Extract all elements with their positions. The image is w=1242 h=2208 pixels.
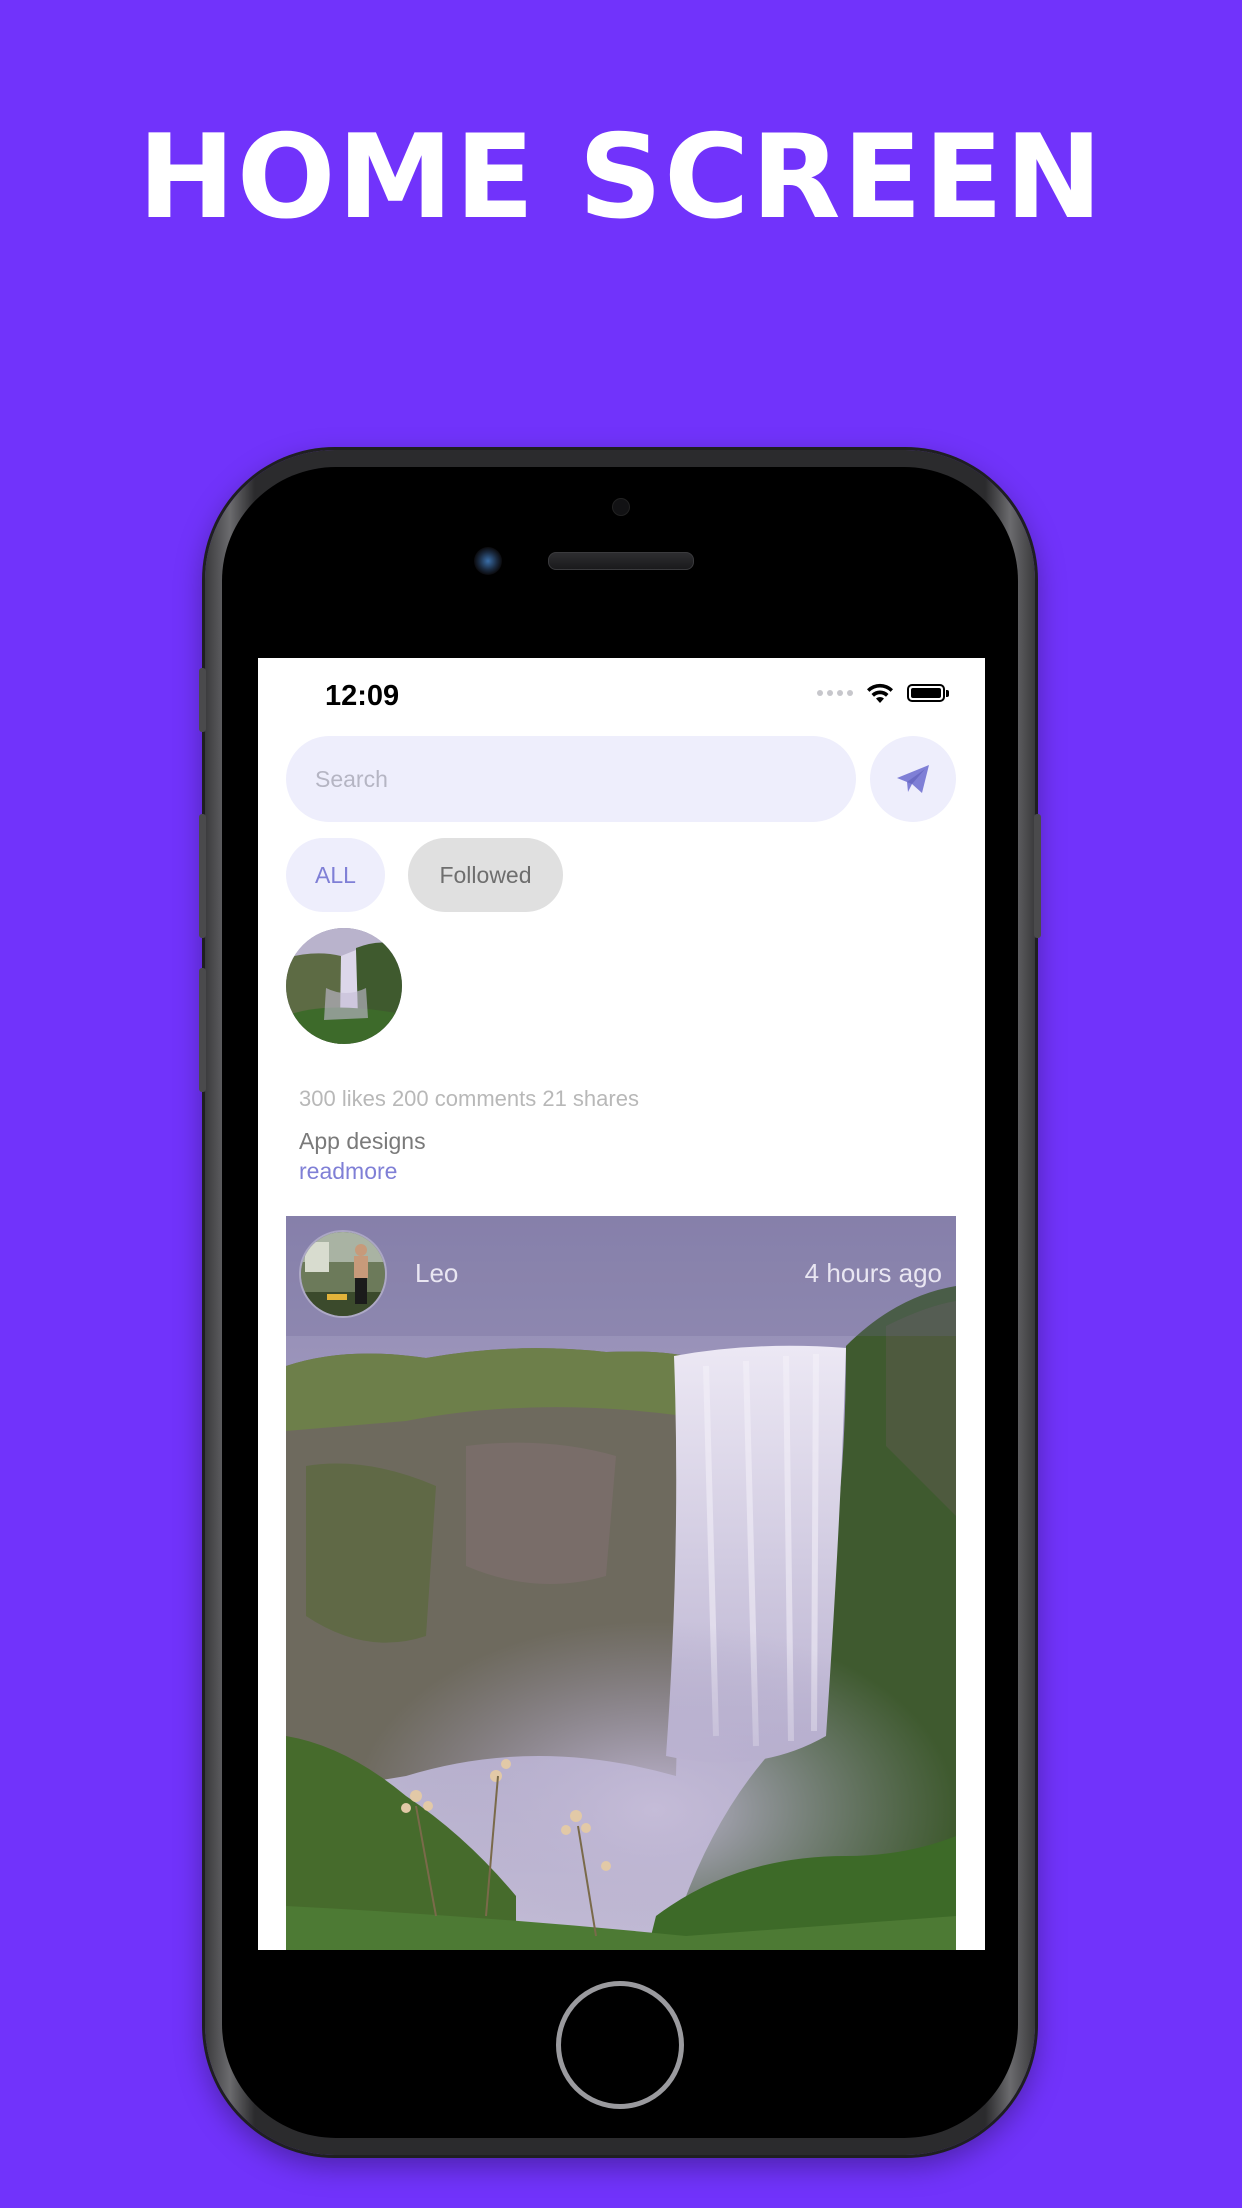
story-avatar[interactable] [286, 928, 402, 1044]
signal-icon [817, 690, 853, 696]
search-input[interactable] [286, 736, 856, 822]
headline: HOME SCREEN [137, 110, 1105, 245]
app-screen: 12:09 ALL Followed 300 likes 200 [258, 658, 985, 1950]
home-button[interactable] [556, 1981, 684, 2109]
volume-up-button [199, 814, 206, 938]
power-button [1034, 814, 1041, 938]
post-author-name[interactable]: Leo [415, 1258, 458, 1289]
send-button[interactable] [870, 736, 956, 822]
status-icons [817, 682, 949, 704]
post-caption: App designs [299, 1128, 426, 1154]
earpiece-speaker [548, 552, 694, 570]
post-image [286, 1216, 956, 1950]
mute-switch [199, 668, 206, 732]
front-camera [474, 547, 502, 575]
send-icon [897, 765, 929, 793]
filter-followed-chip[interactable]: Followed [408, 838, 563, 912]
post-timestamp: 4 hours ago [804, 1258, 942, 1288]
wifi-icon [867, 683, 893, 703]
status-time: 12:09 [325, 680, 400, 712]
battery-icon [907, 684, 949, 702]
volume-down-button [199, 968, 206, 1092]
readmore-link[interactable]: readmore [299, 1158, 397, 1185]
post-card[interactable]: Leo 4 hours ago [286, 1216, 956, 1950]
post-author-avatar[interactable] [299, 1230, 387, 1318]
filter-all-chip[interactable]: ALL [286, 838, 385, 912]
post-stats: 300 likes 200 comments 21 shares [299, 1086, 639, 1111]
proximity-sensor [612, 498, 630, 516]
